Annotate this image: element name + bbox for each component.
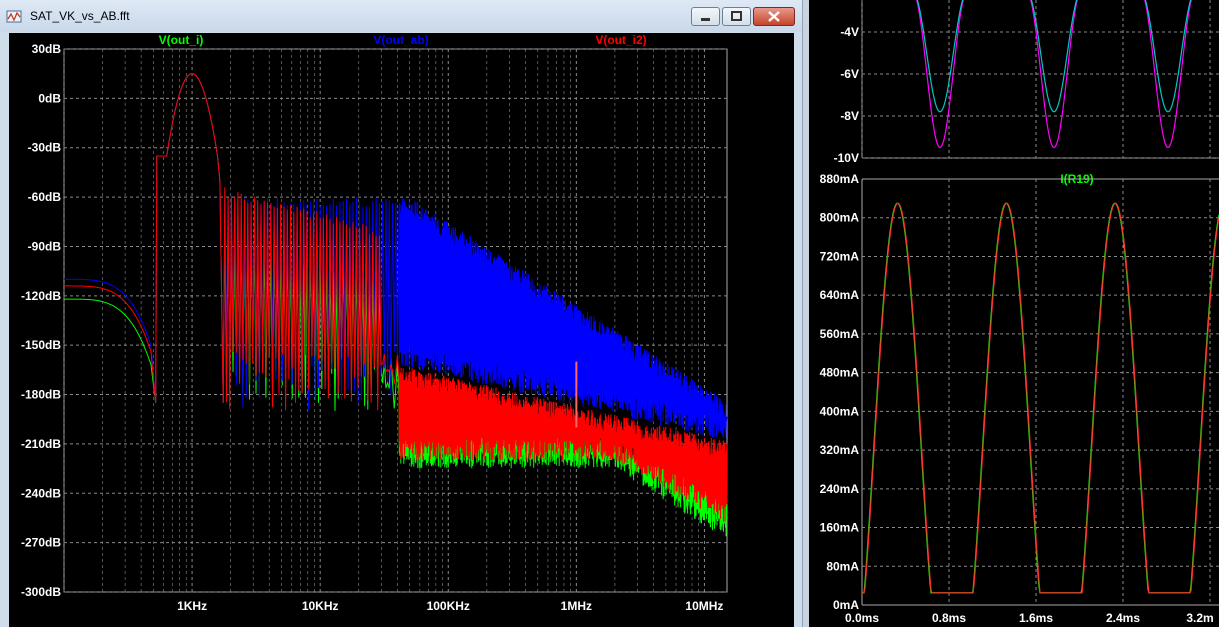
trace-label: V(out_i) bbox=[159, 33, 204, 47]
y-tick-label: -6V bbox=[840, 67, 859, 81]
x-tick-label: 10MHz bbox=[685, 599, 723, 613]
x-tick-label: 1.6ms bbox=[1019, 611, 1053, 625]
voltage-chart[interactable]: -4V -6V -8V -10V bbox=[809, 0, 1219, 170]
y-tick-label: 560mA bbox=[820, 327, 860, 341]
maximize-button[interactable] bbox=[722, 7, 751, 26]
x-tick-label: 1MHz bbox=[561, 599, 592, 613]
y-tick-label: -210dB bbox=[21, 437, 61, 451]
x-tick-label: 0.8ms bbox=[932, 611, 966, 625]
y-tick-label: -90dB bbox=[28, 239, 62, 253]
y-tick-label: -150dB bbox=[21, 338, 61, 352]
maximize-icon bbox=[731, 11, 742, 21]
close-button[interactable] bbox=[753, 7, 795, 26]
y-tick-label: -120dB bbox=[21, 289, 61, 303]
y-tick-label: -180dB bbox=[21, 388, 61, 402]
y-tick-label: 480mA bbox=[820, 366, 860, 380]
y-tick-label: -4V bbox=[840, 25, 859, 39]
y-tick-label: 0dB bbox=[38, 91, 61, 105]
x-tick-label: 100KHz bbox=[427, 599, 470, 613]
fft-window: SAT_VK_vs_AB.fft 30dB 0dB -30dB -60dB -90dB -… bbox=[0, 0, 803, 627]
transient-plot-pane[interactable]: -4V -6V -8V -10V I(R19) 880mA 800mA 720mA 640mA… bbox=[809, 0, 1219, 627]
series-magenta bbox=[916, 0, 1192, 149]
y-tick-label: 240mA bbox=[820, 482, 860, 496]
y-tick-label: 880mA bbox=[820, 172, 860, 186]
x-tick-label: 2.4ms bbox=[1106, 611, 1140, 625]
y-tick-label: -60dB bbox=[28, 190, 62, 204]
y-tick-label: 320mA bbox=[820, 443, 860, 457]
minimize-icon bbox=[701, 18, 710, 21]
trace-label: V(out_i2) bbox=[595, 33, 646, 47]
y-tick-label: 0mA bbox=[833, 598, 859, 612]
y-tick-label: -10V bbox=[834, 151, 859, 165]
x-tick-label: 3.2m bbox=[1186, 611, 1213, 625]
minimize-button[interactable] bbox=[691, 7, 720, 26]
trace-label: V(out_ab) bbox=[373, 33, 428, 47]
series-v-out-i bbox=[64, 73, 728, 537]
y-tick-label: -8V bbox=[840, 109, 859, 123]
series-cyan bbox=[916, 0, 1192, 113]
window-titlebar[interactable]: SAT_VK_vs_AB.fft bbox=[0, 0, 802, 32]
window-title: SAT_VK_vs_AB.fft bbox=[30, 9, 130, 23]
y-tick-label: 160mA bbox=[820, 521, 860, 535]
y-tick-label: 30dB bbox=[32, 42, 62, 56]
fft-plot-area[interactable]: 30dB 0dB -30dB -60dB -90dB -120dB -150dB -180dB… bbox=[9, 33, 794, 627]
y-tick-label: -30dB bbox=[28, 141, 62, 155]
y-tick-label: 80mA bbox=[826, 559, 859, 573]
x-tick-label: 10KHz bbox=[302, 599, 339, 613]
series-i-r19 bbox=[862, 202, 1219, 594]
series-red bbox=[862, 202, 1219, 594]
y-tick-label: -300dB bbox=[21, 585, 61, 599]
y-tick-label: -240dB bbox=[21, 486, 61, 500]
fft-chart[interactable]: 30dB 0dB -30dB -60dB -90dB -120dB -150dB -180dB… bbox=[9, 33, 794, 627]
waveform-app-icon bbox=[6, 10, 22, 23]
x-tick-label: 0.0ms bbox=[845, 611, 879, 625]
y-tick-label: 720mA bbox=[820, 249, 860, 263]
y-tick-label: 400mA bbox=[820, 404, 860, 418]
current-chart[interactable]: I(R19)880mA800mA720mA640mA560mA480mA400m… bbox=[809, 170, 1219, 627]
close-icon bbox=[768, 11, 780, 22]
y-tick-label: 640mA bbox=[820, 288, 860, 302]
y-tick-label: -270dB bbox=[21, 536, 61, 550]
y-tick-label: 800mA bbox=[820, 211, 860, 225]
x-tick-label: 1KHz bbox=[177, 599, 207, 613]
